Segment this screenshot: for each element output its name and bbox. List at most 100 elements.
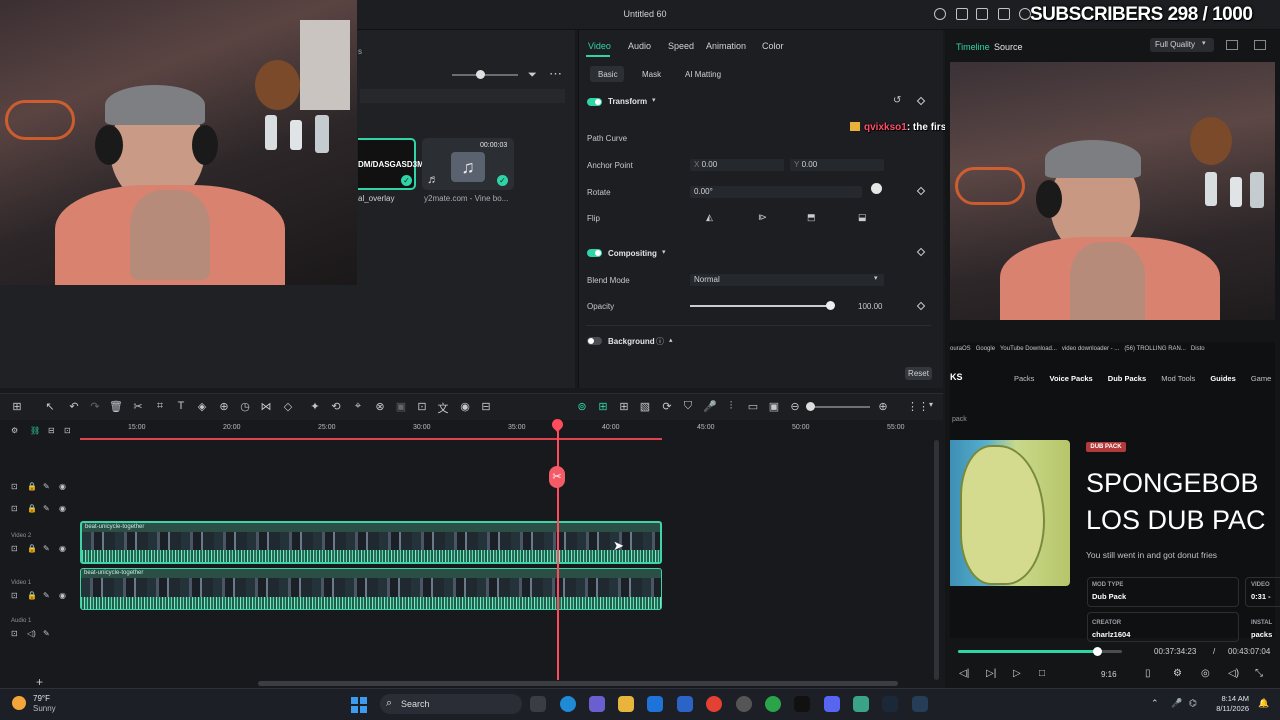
store-icon[interactable] xyxy=(677,696,693,712)
more-options-icon[interactable]: ⋯ xyxy=(549,66,562,82)
send-icon[interactable] xyxy=(934,8,946,20)
play-frame-icon[interactable]: ▷| xyxy=(986,668,996,679)
zoom-out-icon[interactable]: ⊖ xyxy=(788,400,802,413)
app-icon[interactable] xyxy=(589,696,605,712)
delete-icon[interactable]: 🗑 xyxy=(109,400,123,413)
steam-beta-icon[interactable] xyxy=(912,696,928,712)
video-clip-track2[interactable]: beat-unicycle-together xyxy=(80,521,662,564)
media-search-bar[interactable] xyxy=(360,89,565,103)
lock-icon[interactable]: 🔒 xyxy=(27,544,37,553)
timer-icon[interactable]: ◷ xyxy=(238,400,252,413)
play-icon[interactable]: ▷ xyxy=(1013,668,1021,679)
mic-icon[interactable]: 🎤 xyxy=(703,400,717,413)
snapshot-icon[interactable] xyxy=(1226,40,1238,50)
audio-icon[interactable]: ✎ xyxy=(43,482,50,491)
lock-icon[interactable]: 🔒 xyxy=(27,482,37,491)
eye-icon[interactable]: ◉ xyxy=(59,544,66,553)
anchor-x-field[interactable]: X 0.00 xyxy=(690,159,784,171)
camera-icon[interactable]: ◎ xyxy=(1201,668,1210,679)
vertical-scrollbar[interactable] xyxy=(934,440,939,680)
nav-dub-packs[interactable]: Dub Packs xyxy=(1108,374,1146,383)
add-track-icon[interactable]: + xyxy=(36,675,43,689)
lock-icon[interactable]: 🔒 xyxy=(27,591,37,600)
video-clip-track1[interactable]: beat-unicycle-together xyxy=(80,568,662,610)
audio-icon[interactable]: ✎ xyxy=(43,504,50,513)
discord-icon[interactable] xyxy=(824,696,840,712)
ai-effect-icon[interactable]: ✦ xyxy=(308,400,322,413)
eye-icon[interactable]: ◉ xyxy=(59,591,66,600)
rotate-dial-icon[interactable] xyxy=(871,183,882,194)
screen-icon[interactable]: ▣ xyxy=(767,400,781,413)
nav-guides[interactable]: Guides xyxy=(1210,374,1235,383)
weather-desc[interactable]: Sunny xyxy=(33,704,56,713)
track-header-icon[interactable]: ⊡ xyxy=(11,482,18,491)
zoom-in-tool-icon[interactable]: ⊕ xyxy=(217,400,231,413)
start-button[interactable] xyxy=(351,697,367,713)
translate-icon[interactable]: 文 xyxy=(436,400,450,416)
chevron-down-icon[interactable]: ▾ xyxy=(924,400,938,409)
tab-speed[interactable]: Speed xyxy=(668,41,694,51)
blend-mode-select[interactable]: Normal xyxy=(690,274,884,286)
transition-icon[interactable]: ⋈ xyxy=(259,400,273,413)
bookmark-item[interactable]: (56) TROLLING RAN... xyxy=(1124,346,1186,352)
chrome-profile-icon[interactable] xyxy=(765,696,781,712)
reset-transform-icon[interactable]: ↺ xyxy=(893,95,901,106)
track-header-icon[interactable]: ⊡ xyxy=(11,591,18,600)
auto-icon[interactable]: ⟳ xyxy=(660,400,674,413)
aspect-ratio-select[interactable]: 9:16 xyxy=(1101,670,1117,679)
chevron-down-icon[interactable]: ▾ xyxy=(662,248,666,256)
eye-icon[interactable]: ◉ xyxy=(59,504,66,513)
obs-icon[interactable] xyxy=(736,696,752,712)
fit-icon[interactable]: ⊟ xyxy=(479,400,493,413)
select-tool-icon[interactable]: ↖ xyxy=(43,400,57,413)
snap-icon[interactable]: ⊚ xyxy=(575,400,589,413)
link-icon[interactable]: ⛓ xyxy=(30,426,40,435)
rotate-ccw-icon[interactable]: ⬓ xyxy=(858,212,867,223)
weather-temp[interactable]: 79°F xyxy=(33,694,50,703)
zoom-in-icon[interactable]: ⊕ xyxy=(876,400,890,413)
steam-icon[interactable] xyxy=(882,696,898,712)
tab-video[interactable]: Video xyxy=(588,41,611,51)
track-add-icon[interactable]: ⊟ xyxy=(48,426,55,435)
stabilize-icon[interactable]: ⌖ xyxy=(351,400,365,413)
bookmark-item[interactable]: Google xyxy=(976,346,995,352)
color-match-icon[interactable]: ⊗ xyxy=(373,400,387,413)
task-view-icon[interactable] xyxy=(530,696,546,712)
image-icon[interactable]: ▧ xyxy=(638,400,652,413)
chevron-up-icon[interactable]: ▴ xyxy=(669,336,673,344)
bookmark-item[interactable]: ouraOS xyxy=(950,346,971,352)
nav-game[interactable]: Game xyxy=(1251,374,1271,383)
subtab-ai-matting[interactable]: AI Matting xyxy=(685,70,721,79)
reset-button[interactable]: Reset xyxy=(905,367,932,380)
tray-chevron-icon[interactable]: ⌃ xyxy=(1151,698,1159,709)
playhead[interactable] xyxy=(557,424,559,680)
compositing-toggle[interactable] xyxy=(587,249,602,257)
subtab-basic[interactable]: Basic xyxy=(598,70,618,79)
nav-packs[interactable]: Packs xyxy=(1014,374,1034,383)
scissors-icon[interactable]: ✂ xyxy=(549,466,565,488)
redo-icon[interactable]: ↷ xyxy=(88,400,102,413)
layout-icon[interactable] xyxy=(998,8,1010,20)
bookmark-item[interactable]: video downloader - ... xyxy=(1062,346,1119,352)
breadcrumb[interactable]: pack xyxy=(952,416,967,423)
layout-grid-icon[interactable]: ⊞ xyxy=(10,400,24,413)
scene-icon[interactable]: ⊞ xyxy=(617,400,631,413)
subtab-mask[interactable]: Mask xyxy=(642,70,661,79)
caption-icon[interactable]: ▭ xyxy=(746,400,760,413)
audio-icon[interactable]: ✎ xyxy=(43,591,50,600)
marker-icon[interactable]: ▯ xyxy=(1145,668,1151,679)
chrome-icon[interactable] xyxy=(706,696,722,712)
undo-icon[interactable]: ↶ xyxy=(67,400,81,413)
grid-view-icon[interactable]: ⋮⋮ xyxy=(907,400,929,413)
edge-icon[interactable] xyxy=(560,696,576,712)
network-icon[interactable]: ⌬ xyxy=(1189,698,1197,709)
filmora-icon[interactable] xyxy=(853,696,869,712)
crop-icon[interactable]: ⌗ xyxy=(153,400,167,413)
sun-icon[interactable] xyxy=(12,696,26,710)
monitor-icon[interactable] xyxy=(956,8,968,20)
chevron-down-icon[interactable]: ▾ xyxy=(874,274,878,282)
horizontal-scrollbar[interactable] xyxy=(258,681,898,686)
thumbnail-zoom-slider[interactable] xyxy=(452,74,518,76)
chevron-down-icon[interactable]: ▾ xyxy=(1202,39,1206,47)
motion-icon[interactable]: ⟲ xyxy=(329,400,343,413)
